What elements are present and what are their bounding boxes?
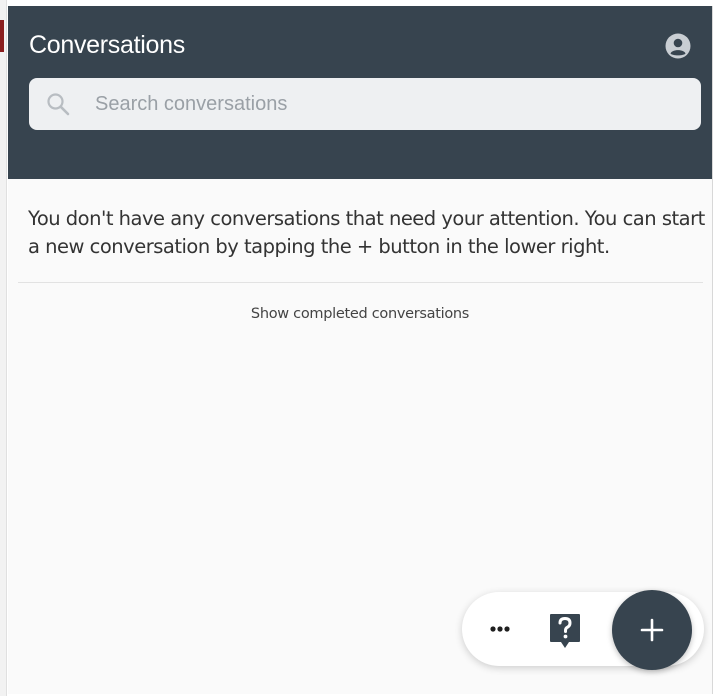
left-edge [0, 0, 7, 696]
show-completed-link[interactable]: Show completed conversations [8, 306, 712, 322]
user-circle-icon[interactable] [665, 33, 691, 59]
app-window: Conversations You don't have any convers… [0, 0, 715, 696]
more-horizontal-icon [490, 626, 510, 632]
header: Conversations [8, 6, 712, 179]
help-button[interactable] [548, 612, 582, 650]
plus-icon [640, 618, 664, 642]
page-title: Conversations [29, 31, 185, 59]
conversations-panel: Conversations You don't have any convers… [8, 6, 713, 694]
search-bar[interactable] [29, 78, 701, 130]
more-button[interactable] [482, 613, 518, 645]
new-conversation-button[interactable] [612, 590, 692, 670]
help-question-icon [550, 614, 580, 648]
search-icon [47, 93, 70, 116]
divider [18, 282, 703, 283]
left-edge-accent [0, 20, 4, 52]
search-input[interactable] [95, 78, 685, 130]
empty-state-message: You don't have any conversations that ne… [28, 207, 705, 258]
